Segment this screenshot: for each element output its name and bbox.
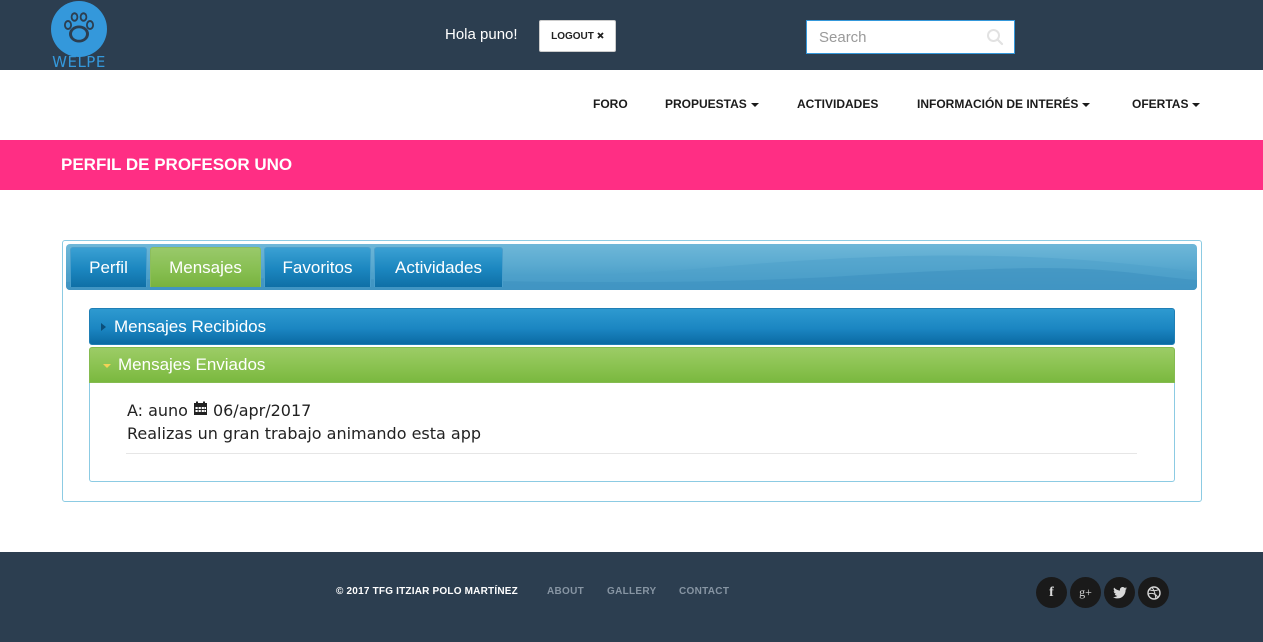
top-bar: WELPE Hola puno! LOGOUT bbox=[0, 0, 1263, 71]
tab-label: Perfil bbox=[89, 257, 128, 277]
calendar-icon bbox=[193, 401, 208, 420]
dribbble-icon[interactable] bbox=[1138, 577, 1169, 608]
logout-button[interactable]: LOGOUT bbox=[539, 20, 616, 52]
paw-icon bbox=[51, 1, 107, 57]
sent-messages-list: A: auno 06/apr/2017 Realizas un gran tra… bbox=[89, 383, 1175, 482]
nav-item-propuestas[interactable]: PROPUESTAS bbox=[665, 97, 759, 111]
caret-down-icon bbox=[750, 102, 759, 107]
search-icon[interactable] bbox=[986, 28, 1004, 46]
close-icon bbox=[597, 31, 604, 42]
dribbble-ball bbox=[1146, 585, 1161, 600]
accordion-label: Mensajes Enviados bbox=[118, 355, 266, 374]
search-box bbox=[806, 20, 1015, 54]
tab-favoritos[interactable]: Favoritos bbox=[264, 247, 371, 287]
facebook-icon[interactable]: f bbox=[1036, 577, 1067, 608]
footer-link-about[interactable]: ABOUT bbox=[547, 586, 584, 597]
page-title: PERFIL DE PROFESOR UNO bbox=[61, 155, 293, 174]
logo-text: WELPE bbox=[52, 53, 106, 71]
footer-link-contact[interactable]: CONTACT bbox=[679, 586, 729, 597]
footer: © 2017 TFG ITZIAR POLO MARTÍNEZ ABOUT GA… bbox=[0, 552, 1263, 642]
page-banner: PERFIL DE PROFESOR UNO bbox=[0, 140, 1263, 190]
nav-label: ACTIVIDADES bbox=[797, 97, 879, 111]
profile-tabs: Perfil Mensajes Favoritos Actividades Me… bbox=[62, 240, 1202, 502]
tab-mensajes[interactable]: Mensajes bbox=[150, 247, 261, 287]
caret-down-icon bbox=[1082, 102, 1091, 107]
google-plus-icon[interactable]: g+ bbox=[1070, 577, 1101, 608]
tab-label: Mensajes bbox=[169, 257, 242, 277]
twitter-bird bbox=[1112, 586, 1127, 598]
divider bbox=[126, 453, 1137, 454]
google-plus-glyph: g+ bbox=[1079, 585, 1092, 599]
accordion-mensajes-recibidos[interactable]: Mensajes Recibidos bbox=[89, 308, 1175, 345]
logo[interactable]: WELPE bbox=[50, 0, 108, 71]
message-text: Realizas un gran trabajo animando esta a… bbox=[127, 424, 482, 443]
nav-label: FORO bbox=[593, 97, 628, 111]
nav-item-actividades[interactable]: ACTIVIDADES bbox=[797, 97, 878, 111]
nav-label: OFERTAS bbox=[1132, 97, 1189, 111]
accordion-label: Mensajes Recibidos bbox=[114, 316, 267, 336]
to-prefix: A: bbox=[127, 401, 144, 420]
accordion-mensajes-enviados[interactable]: Mensajes Enviados bbox=[89, 347, 1175, 383]
logout-label: LOGOUT bbox=[551, 30, 594, 42]
tab-label: Favoritos bbox=[282, 257, 353, 277]
triangle-right-icon bbox=[101, 322, 106, 331]
twitter-icon[interactable] bbox=[1104, 577, 1135, 608]
messages-panel: Mensajes Recibidos Mensajes Enviados A: … bbox=[89, 308, 1175, 482]
message-header: A: auno 06/apr/2017 bbox=[127, 401, 311, 420]
message-recipient: auno bbox=[148, 401, 188, 420]
message-date: 06/apr/2017 bbox=[212, 401, 312, 420]
facebook-glyph: f bbox=[1049, 584, 1054, 600]
nav-item-foro[interactable]: FORO bbox=[593, 97, 628, 111]
nav-label: INFORMACIÓN DE INTERÉS bbox=[917, 97, 1079, 111]
search-input[interactable] bbox=[807, 21, 977, 53]
caret-down-icon bbox=[1192, 102, 1201, 107]
nav-label: PROPUESTAS bbox=[665, 97, 747, 111]
copyright-text: © 2017 TFG ITZIAR POLO MARTÍNEZ bbox=[336, 586, 518, 597]
nav-item-ofertas[interactable]: OFERTAS bbox=[1132, 97, 1201, 111]
main-nav: FORO PROPUESTAS ACTIVIDADES INFORMACIÓN … bbox=[0, 70, 1263, 140]
tab-perfil[interactable]: Perfil bbox=[70, 247, 147, 287]
nav-item-informacion[interactable]: INFORMACIÓN DE INTERÉS bbox=[917, 97, 1091, 111]
triangle-down-icon bbox=[103, 363, 111, 368]
footer-link-gallery[interactable]: GALLERY bbox=[607, 586, 657, 597]
tab-label: Actividades bbox=[395, 257, 482, 277]
tab-actividades[interactable]: Actividades bbox=[374, 247, 503, 287]
greeting-text: Hola puno! bbox=[445, 26, 518, 43]
